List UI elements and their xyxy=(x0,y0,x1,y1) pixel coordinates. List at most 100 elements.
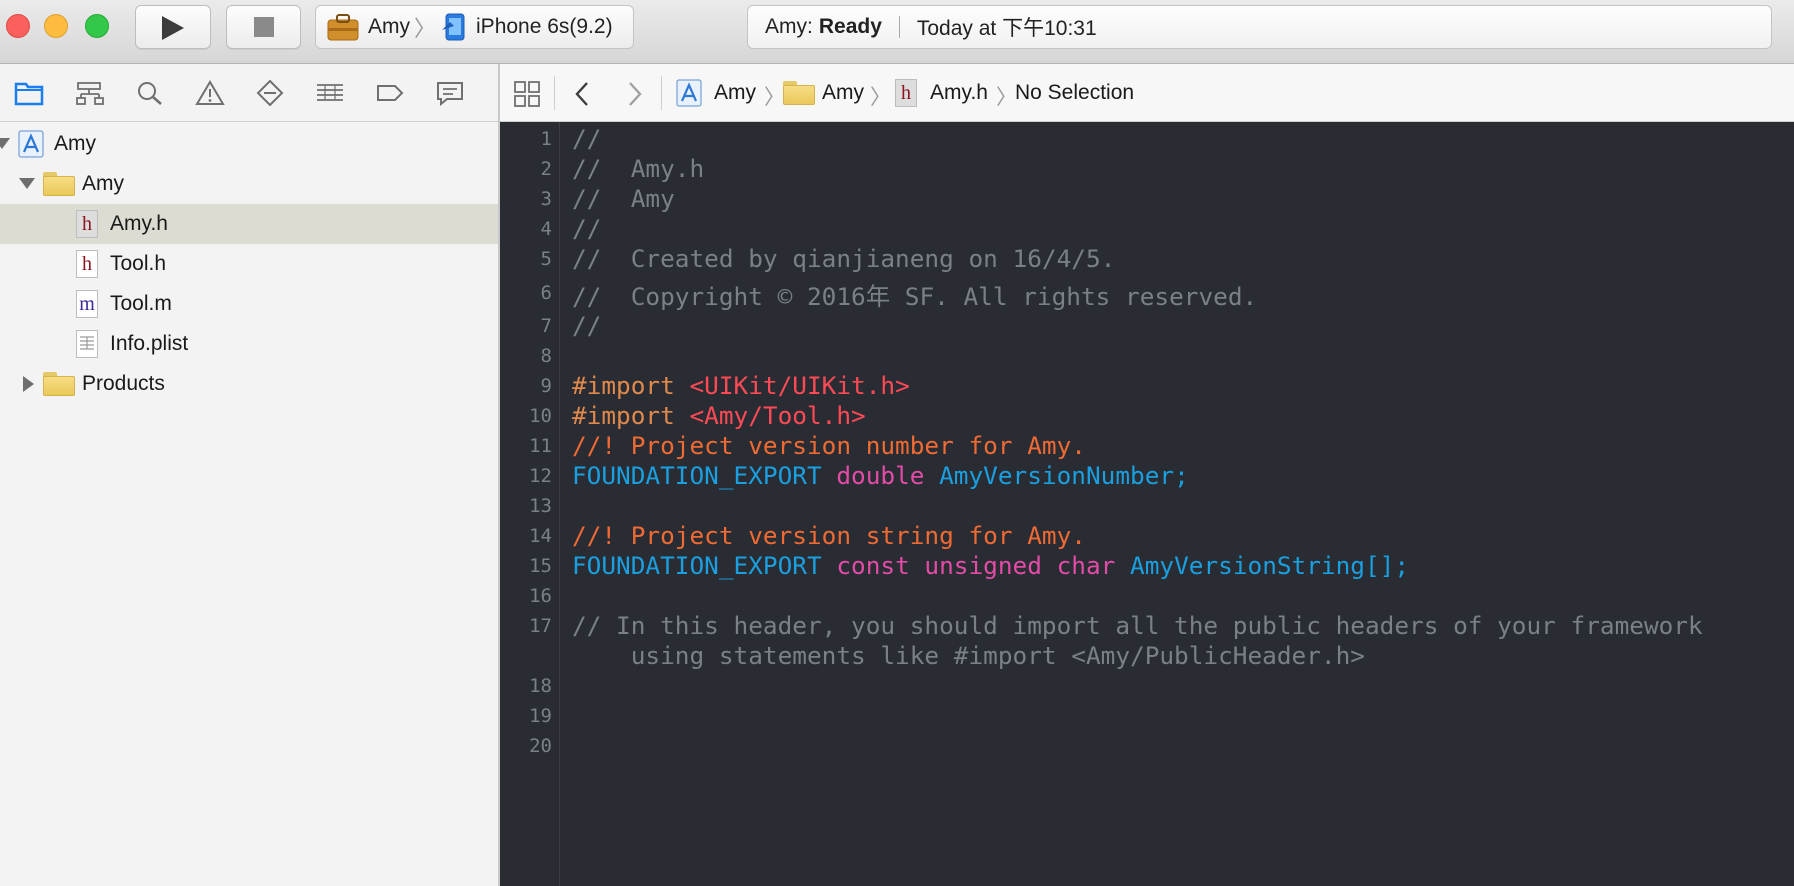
iphone-simulator-icon xyxy=(442,13,465,41)
header-file-icon: h xyxy=(895,79,917,107)
run-button[interactable] xyxy=(135,5,211,49)
identifier-token: AmyVersionString[]; xyxy=(1130,551,1410,580)
disclosure-triangle-icon[interactable] xyxy=(23,376,34,392)
line-number: 16 xyxy=(529,585,552,607)
source-editor[interactable] xyxy=(560,122,1794,886)
folder-icon xyxy=(783,81,815,105)
plist-file-icon xyxy=(76,330,98,358)
line-number: 9 xyxy=(540,375,552,397)
implementation-file-icon: m xyxy=(76,290,98,318)
code-line-5: // Created by qianjianeng on 16/4/5. xyxy=(572,244,1116,273)
tree-item-file-tool-h[interactable]: h Tool.h xyxy=(0,244,498,284)
play-icon xyxy=(162,16,184,40)
tree-item-file-tool-m[interactable]: m Tool.m xyxy=(0,284,498,324)
chevron-right-icon: 〉 xyxy=(414,16,437,41)
line-number: 11 xyxy=(529,435,552,457)
line-number: 5 xyxy=(540,248,552,270)
code-line-2: // Amy.h xyxy=(572,154,705,183)
activity-status-label: Ready xyxy=(818,15,882,38)
jump-bar-group[interactable]: Amy xyxy=(822,81,864,105)
code-line-15: FOUNDATION_EXPORT const unsigned char Am… xyxy=(572,551,1409,580)
disclosure-triangle-icon[interactable] xyxy=(19,178,35,189)
chevron-right-icon: 〉 xyxy=(870,86,891,109)
symbol-navigator-icon[interactable] xyxy=(75,80,105,106)
tree-item-file-info-plist[interactable]: Info.plist xyxy=(0,324,498,364)
code-line-7: // xyxy=(572,311,602,340)
code-line-12: FOUNDATION_EXPORT double AmyVersionNumbe… xyxy=(572,461,1189,490)
folder-icon xyxy=(43,372,75,396)
type-token: FOUNDATION_EXPORT xyxy=(572,551,837,580)
minimize-window-button[interactable] xyxy=(44,14,68,38)
code-line-9: #import <UIKit/UIKit.h> xyxy=(572,371,910,400)
activity-time-label: Today at 下午10:31 xyxy=(916,17,1097,40)
go-back-icon[interactable] xyxy=(573,80,591,108)
navigator-selector-bar xyxy=(0,64,498,122)
activity-project-label: Amy: xyxy=(765,15,813,38)
test-navigator-icon[interactable] xyxy=(255,80,285,106)
tree-item-file-amy-h[interactable]: h Amy.h xyxy=(0,204,498,244)
scheme-selector[interactable]: Amy 〉 iPhone 6s(9.2) xyxy=(315,5,634,49)
find-navigator-icon[interactable] xyxy=(135,80,165,106)
line-number: 13 xyxy=(529,495,552,517)
disclosure-triangle-icon[interactable] xyxy=(0,138,10,149)
code-line-17-wrap: using statements like #import <Amy/Publi… xyxy=(572,641,1365,670)
line-number: 3 xyxy=(540,188,552,210)
jump-bar-file[interactable]: Amy.h xyxy=(930,81,988,105)
line-number: 7 xyxy=(540,315,552,337)
code-line-11: //! Project version number for Amy. xyxy=(572,431,1086,460)
jump-bar-selection[interactable]: No Selection xyxy=(1015,81,1134,105)
identifier-token: AmyVersionNumber; xyxy=(939,461,1189,490)
tree-item-group-amy[interactable]: Amy xyxy=(0,164,498,204)
jump-bar-project[interactable]: Amy xyxy=(714,81,756,105)
issue-navigator-icon[interactable] xyxy=(195,80,225,106)
tree-item-label: Amy.h xyxy=(110,212,168,235)
tree-item-project-amy[interactable]: Amy xyxy=(0,124,498,164)
line-number: 18 xyxy=(529,675,552,697)
code-line-1: // xyxy=(572,124,602,153)
zoom-window-button[interactable] xyxy=(85,14,109,38)
tree-item-label: Amy xyxy=(82,172,124,195)
folder-icon xyxy=(43,172,75,196)
activity-divider xyxy=(898,16,900,38)
line-number: 1 xyxy=(540,128,552,150)
tree-item-label: Tool.m xyxy=(110,292,172,315)
line-number: 15 xyxy=(529,555,552,577)
code-line-14: //! Project version string for Amy. xyxy=(572,521,1086,550)
related-items-icon[interactable] xyxy=(513,80,541,108)
xcode-project-icon xyxy=(676,79,702,107)
window-toolbar: Amy 〉 iPhone 6s(9.2) Amy: Ready Today at… xyxy=(0,0,1794,64)
code-line-3: // Amy xyxy=(572,184,675,213)
chevron-right-icon: 〉 xyxy=(764,86,785,109)
type-token: FOUNDATION_EXPORT xyxy=(572,461,837,490)
stop-icon xyxy=(254,17,274,37)
toolbox-icon xyxy=(327,14,359,41)
tree-item-label: Amy xyxy=(54,132,96,155)
line-number: 17 xyxy=(529,615,552,637)
line-number: 19 xyxy=(529,705,552,727)
editor-jump-bar: Amy 〉 Amy 〉 h Amy.h 〉 No Selection xyxy=(500,64,1794,122)
tree-item-label: Products xyxy=(82,372,165,395)
line-number: 14 xyxy=(529,525,552,547)
tree-item-label: Info.plist xyxy=(110,332,189,355)
header-file-icon: h xyxy=(76,250,98,278)
line-number: 20 xyxy=(529,735,552,757)
report-navigator-icon[interactable] xyxy=(435,80,465,106)
code-line-17: // In this header, you should import all… xyxy=(572,611,1703,640)
project-navigator-icon[interactable] xyxy=(14,80,44,106)
go-forward-icon[interactable] xyxy=(626,80,644,108)
debug-navigator-icon[interactable] xyxy=(315,80,345,106)
header-file-icon: h xyxy=(76,210,98,238)
tree-item-group-products[interactable]: Products xyxy=(0,364,498,404)
preprocessor-token: #import xyxy=(572,371,690,400)
xcode-project-icon xyxy=(18,130,44,158)
preprocessor-token: #import xyxy=(572,401,690,430)
close-window-button[interactable] xyxy=(6,14,30,38)
stop-button[interactable] xyxy=(226,5,301,49)
tree-item-label: Tool.h xyxy=(110,252,167,275)
chevron-right-icon: 〉 xyxy=(996,86,1017,109)
keyword-token: double xyxy=(836,461,940,490)
scheme-device-label: iPhone 6s(9.2) xyxy=(476,15,613,38)
code-line-10: #import <Amy/Tool.h> xyxy=(572,401,866,430)
line-number: 4 xyxy=(540,218,552,240)
breakpoint-navigator-icon[interactable] xyxy=(375,80,405,106)
